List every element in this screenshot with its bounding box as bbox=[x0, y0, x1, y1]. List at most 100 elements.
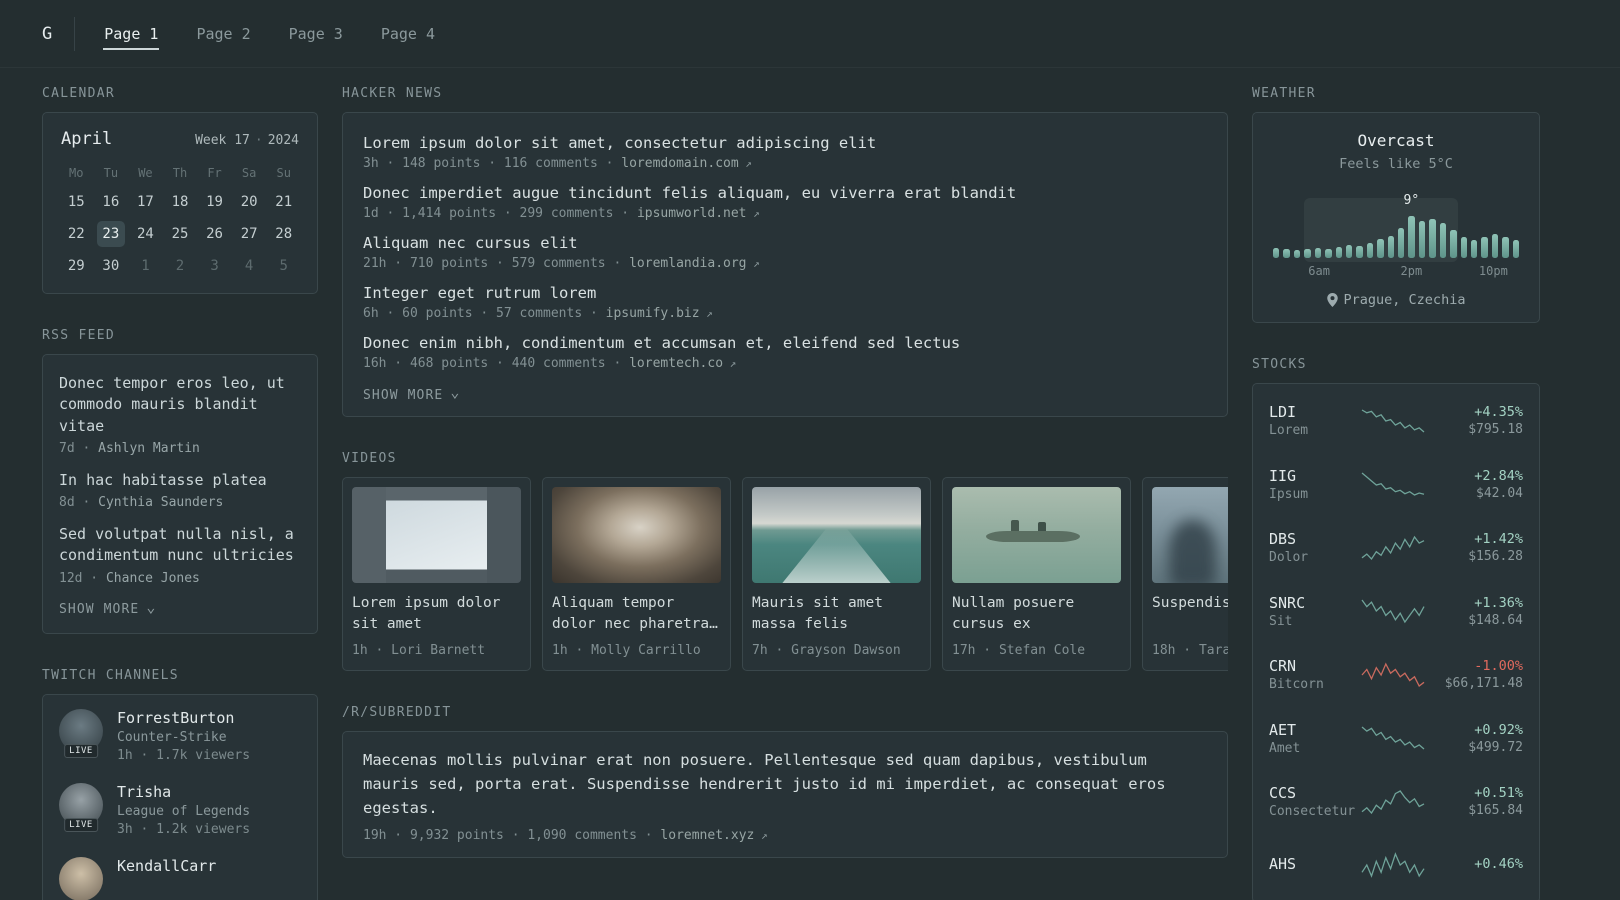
twitch-card: LIVE ForrestBurton Counter-Strike 1h · 1.7k… bbox=[42, 693, 318, 900]
subreddit-post-list: Maecenas mollis pulvinar erat non posuer… bbox=[363, 748, 1207, 843]
subreddit-post[interactable]: Maecenas mollis pulvinar erat non posuer… bbox=[363, 748, 1207, 843]
stock-row[interactable]: DBS Dolor +1.42% $156.28 bbox=[1269, 516, 1523, 580]
video-card[interactable]: Suspendisse diam 18h · Tara bbox=[1142, 477, 1228, 671]
news-item[interactable]: Donec imperdiet augue tincidunt felis al… bbox=[363, 184, 1207, 221]
live-badge: LIVE bbox=[64, 817, 98, 832]
stocks-card: LDI Lorem +4.35% $795.18 IIG Ipsum +2.84% $42.0… bbox=[1252, 383, 1540, 900]
weather-bar bbox=[1471, 240, 1478, 258]
news-item-domain[interactable]: ipsumworld.net bbox=[637, 206, 747, 221]
calendar-day: 22 bbox=[59, 219, 94, 249]
calendar-day: 24 bbox=[128, 219, 163, 249]
news-item[interactable]: Lorem ipsum dolor sit amet, consectetur … bbox=[363, 134, 1207, 171]
external-link-icon: ↗ bbox=[746, 257, 760, 270]
weather-location-label: Prague, Czechia bbox=[1343, 292, 1466, 308]
weather-feels-like: Feels like 5°C bbox=[1339, 156, 1453, 172]
nav-tab-page-4[interactable]: Page 4 bbox=[380, 18, 436, 50]
stock-info: AHS bbox=[1269, 855, 1357, 875]
stock-row[interactable]: AET Amet +0.92% $499.72 bbox=[1269, 707, 1523, 771]
stock-row[interactable]: LDI Lorem +4.35% $795.18 bbox=[1269, 389, 1523, 453]
calendar-day: 28 bbox=[266, 219, 301, 249]
stock-name: Bitcorn bbox=[1269, 677, 1324, 693]
stock-row[interactable]: IIG Ipsum +2.84% $42.04 bbox=[1269, 453, 1523, 517]
calendar-year: 2024 bbox=[267, 133, 299, 148]
rss-item[interactable]: Donec tempor eros leo, ut commodo mauris… bbox=[59, 373, 301, 456]
stock-ticker: DBS bbox=[1269, 530, 1297, 549]
nav-tab-page-1[interactable]: Page 1 bbox=[103, 18, 160, 50]
rss-show-more-button[interactable]: SHOW MORE ⌄ bbox=[59, 598, 301, 619]
stock-row[interactable]: CCS Consectetur +0.51% $165.84 bbox=[1269, 770, 1523, 834]
weather-bar bbox=[1325, 249, 1332, 258]
weather-bar bbox=[1356, 246, 1363, 258]
stock-row[interactable]: AHS +0.46% bbox=[1269, 834, 1523, 898]
app-logo[interactable]: G bbox=[42, 24, 52, 44]
video-meta: 7h · Grayson Dawson bbox=[752, 643, 901, 658]
calendar-day: 5 bbox=[266, 251, 301, 281]
video-thumbnail bbox=[752, 487, 921, 583]
news-item-domain[interactable]: ipsumify.biz bbox=[606, 306, 700, 321]
external-link-icon: ↗ bbox=[699, 307, 713, 320]
stock-name: Lorem bbox=[1269, 423, 1309, 439]
stock-name: Ipsum bbox=[1269, 486, 1309, 502]
subreddit-post-domain[interactable]: loremnet.xyz bbox=[660, 828, 754, 843]
video-card[interactable]: Nullam posuere cursus ex 17h · Stefan Col… bbox=[942, 477, 1131, 671]
twitch-channel-info: Trisha League of Legends 3h · 1.2k viewers bbox=[117, 783, 250, 837]
twitch-channel[interactable]: LIVE Trisha League of Legends 3h · 1.2k vie… bbox=[59, 782, 301, 837]
news-item[interactable]: Donec enim nibh, condimentum et accumsan… bbox=[363, 334, 1207, 371]
left-column: CALENDAR April Week 17 · 2024 Mo Tu We Th Fr Sa… bbox=[42, 86, 318, 900]
external-link-icon: ↗ bbox=[754, 829, 768, 843]
stock-values: +1.42% $156.28 bbox=[1429, 531, 1523, 564]
day-number: 23 bbox=[96, 221, 125, 247]
calendar-day: 17 bbox=[128, 187, 163, 217]
video-card[interactable]: Mauris sit amet massa felis 7h · Grayson … bbox=[742, 477, 931, 671]
news-item-domain[interactable]: loremtech.co bbox=[629, 356, 723, 371]
stock-sparkline bbox=[1357, 662, 1429, 688]
stocks-section-title: STOCKS bbox=[1252, 357, 1307, 372]
stock-ticker: AHS bbox=[1269, 855, 1297, 874]
stock-price: $148.64 bbox=[1468, 612, 1523, 628]
day-number: 19 bbox=[206, 194, 223, 210]
news-item[interactable]: Integer eget rutrum lorem 6h · 60 points … bbox=[363, 284, 1207, 321]
twitch-channel[interactable]: KendallCarr bbox=[59, 856, 301, 900]
weather-bar bbox=[1273, 247, 1280, 258]
hn-show-more-button[interactable]: SHOW MORE ⌄ bbox=[363, 383, 1207, 404]
day-number: 22 bbox=[67, 226, 85, 242]
news-item-domain[interactable]: loremlandia.org bbox=[629, 256, 746, 271]
weather-bar bbox=[1366, 243, 1374, 258]
nav-tab-page-2[interactable]: Page 2 bbox=[195, 18, 251, 50]
stock-price: $156.28 bbox=[1468, 549, 1523, 565]
twitch-channel[interactable]: LIVE ForrestBurton Counter-Strike 1h · 1.7k… bbox=[59, 708, 301, 763]
stock-price: $795.18 bbox=[1468, 422, 1523, 438]
stock-ticker: SNRC bbox=[1269, 593, 1306, 612]
page-tabs: Page 1 Page 2 Page 3 Page 4 bbox=[103, 18, 436, 50]
video-card[interactable]: Lorem ipsum dolor sit amet consectetu… 1h… bbox=[342, 477, 531, 671]
nav-tab-page-3[interactable]: Page 3 bbox=[288, 18, 344, 50]
show-more-label: SHOW MORE bbox=[59, 602, 140, 618]
subreddit-post-meta: 19h · 9,932 points · 1,090 comments · lo… bbox=[363, 828, 768, 844]
rss-item[interactable]: Sed volutpat nulla nisl, a condimentum n… bbox=[59, 524, 301, 586]
video-card[interactable]: Aliquam tempor dolor nec pharetra… 1h · M… bbox=[542, 477, 731, 671]
stock-row[interactable]: SNRC Sit +1.36% $148.64 bbox=[1269, 580, 1523, 644]
calendar-weekday: Tu bbox=[103, 166, 119, 180]
calendar-day: 3 bbox=[197, 251, 232, 281]
weather-bar bbox=[1491, 234, 1499, 258]
news-item-domain[interactable]: loremdomain.com bbox=[621, 156, 738, 171]
sparkline-chart bbox=[1361, 409, 1425, 433]
stock-list: LDI Lorem +4.35% $795.18 IIG Ipsum +2.84% $42.0… bbox=[1269, 389, 1523, 897]
twitch-channel-info: KendallCarr bbox=[117, 857, 216, 875]
stock-change: +1.36% bbox=[1474, 594, 1523, 611]
sparkline-chart bbox=[1361, 599, 1425, 624]
weather-widget: WEATHER Overcast Feels like 5°C 9° 6am 2pm… bbox=[1252, 86, 1540, 323]
video-meta: 1h · Lori Barnett bbox=[352, 643, 486, 658]
stock-values: +4.35% $795.18 bbox=[1429, 404, 1523, 437]
twitch-channel-game: League of Legends bbox=[117, 803, 251, 819]
calendar-day: 27 bbox=[232, 219, 267, 249]
news-item[interactable]: Aliquam nec cursus elit 21h · 710 points … bbox=[363, 234, 1207, 271]
stock-row[interactable]: CRN Bitcorn -1.00% $66,171.48 bbox=[1269, 643, 1523, 707]
stock-info: CRN Bitcorn bbox=[1269, 657, 1357, 692]
weather-condition: Overcast bbox=[1357, 131, 1435, 150]
stock-name: Consectetur bbox=[1269, 804, 1356, 820]
stock-ticker: CRN bbox=[1269, 657, 1297, 676]
twitch-channel-name: ForrestBurton bbox=[117, 708, 235, 727]
rss-item[interactable]: In hac habitasse platea 8d · Cynthia Saun… bbox=[59, 470, 301, 510]
stock-sparkline bbox=[1357, 471, 1429, 497]
